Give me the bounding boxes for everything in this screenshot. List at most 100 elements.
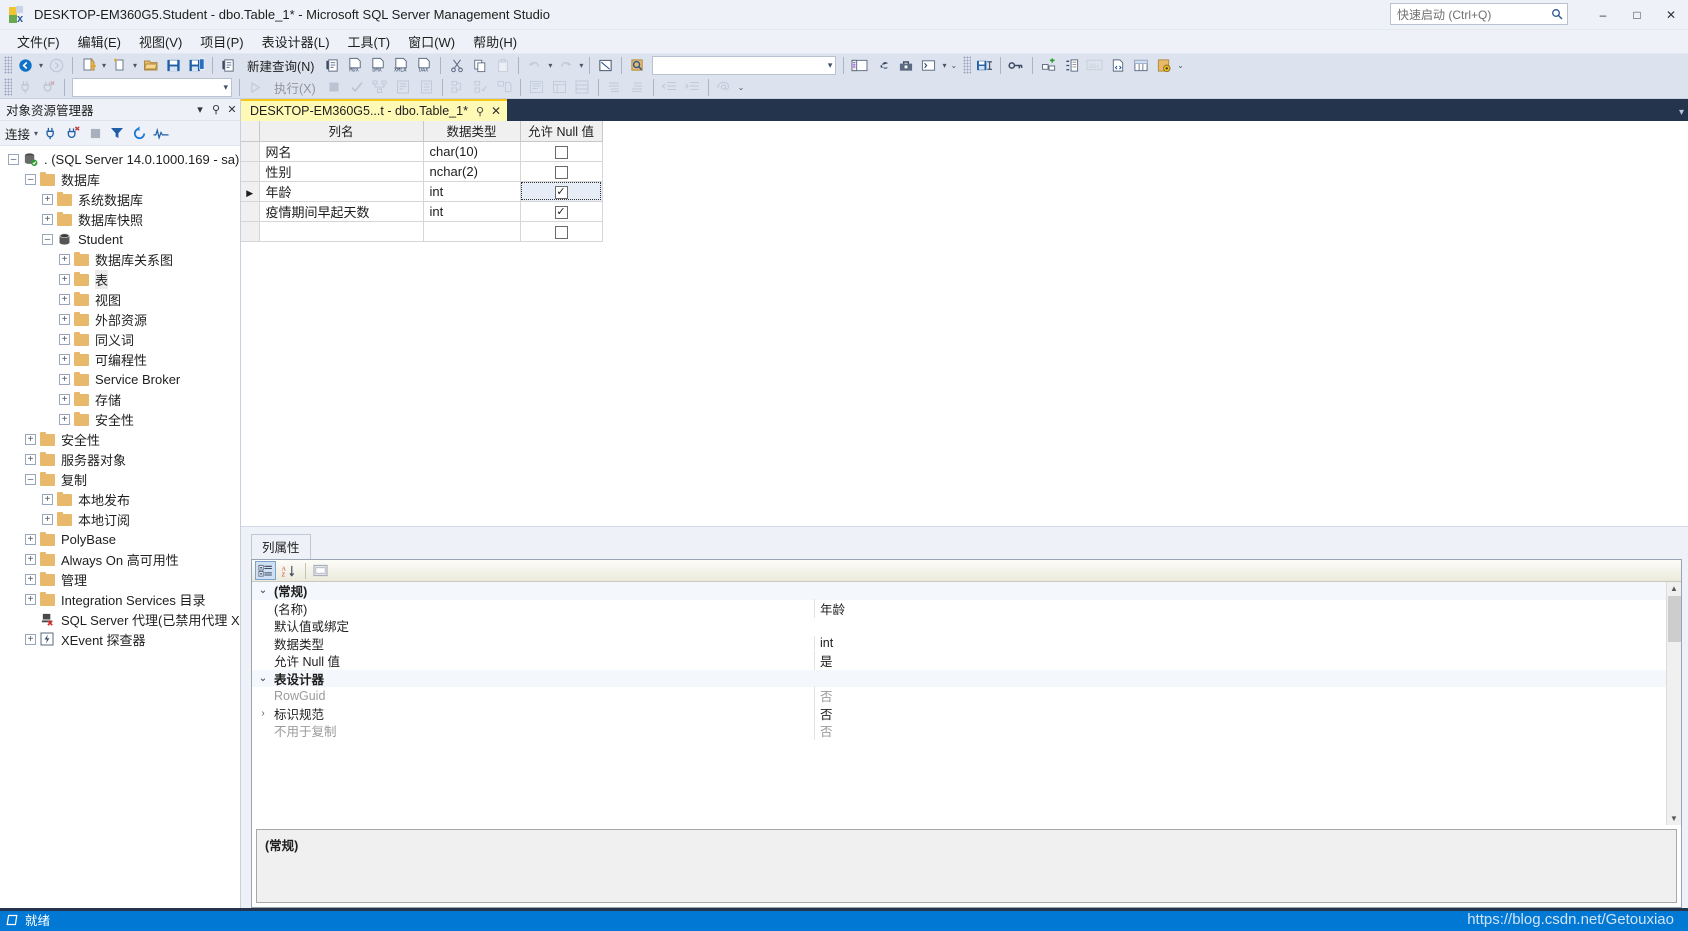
manage-indexes-icon[interactable]	[1061, 55, 1082, 75]
tree-node[interactable]: – . (SQL Server 14.0.1000.169 - sa)	[0, 149, 240, 169]
cell-allow-null[interactable]	[519, 220, 603, 242]
row-selector-cell[interactable]: ▶	[241, 180, 260, 202]
cell-data-type[interactable]: int	[422, 200, 521, 222]
scroll-up-icon[interactable]: ▲	[1670, 582, 1678, 595]
chevron-down-icon[interactable]: ⌄	[252, 585, 274, 596]
navigate-back-dropdown-icon[interactable]: ▾	[39, 61, 43, 70]
property-row[interactable]: 默认值或绑定	[252, 617, 1681, 635]
object-explorer-icon[interactable]	[849, 55, 870, 75]
new-xmla-query-icon[interactable]: XMLA	[391, 55, 412, 75]
stop-icon[interactable]	[324, 77, 345, 97]
new-query-button[interactable]: 新建查询(N)	[241, 55, 320, 75]
table-row[interactable]: 性别 nchar(2)	[241, 160, 603, 182]
tree-node[interactable]: + Service Broker	[0, 369, 240, 389]
manage-check-constraints-icon[interactable]	[1130, 55, 1151, 75]
maximize-button[interactable]: □	[1620, 0, 1654, 30]
expand-icon[interactable]: +	[42, 193, 53, 205]
close-icon[interactable]: ✕	[491, 104, 501, 118]
expand-icon[interactable]: +	[25, 553, 36, 565]
comment-selection-icon[interactable]	[595, 55, 616, 75]
tab-overflow-icon[interactable]: ▾	[1679, 107, 1684, 118]
property-row[interactable]: 数据类型 int	[252, 635, 1681, 653]
expand-icon[interactable]: +	[59, 293, 70, 305]
properties-window-icon[interactable]	[872, 55, 893, 75]
expand-icon[interactable]: +	[42, 513, 53, 525]
property-row[interactable]: (名称) 年龄	[252, 598, 1681, 618]
allow-null-checkbox[interactable]: ✓	[554, 205, 568, 219]
include-actual-execution-plan-icon[interactable]	[416, 77, 437, 97]
tree-node[interactable]: + 安全性	[0, 429, 240, 449]
cell-column-name[interactable]: 年龄	[258, 180, 424, 202]
navigate-back-icon[interactable]	[15, 55, 36, 75]
property-value[interactable]: 是	[814, 651, 1681, 671]
cell-allow-null[interactable]	[519, 140, 603, 162]
tree-node[interactable]: + 视图	[0, 289, 240, 309]
property-pages-icon[interactable]	[310, 561, 331, 580]
minimize-button[interactable]: –	[1586, 0, 1620, 30]
collapse-icon[interactable]: –	[42, 233, 53, 245]
insert-snippet-icon[interactable]	[526, 77, 547, 97]
allow-null-checkbox[interactable]	[554, 145, 568, 159]
tree-node[interactable]: + 存储	[0, 389, 240, 409]
cell-column-name[interactable]: 疫情期间早起天数	[258, 200, 424, 222]
property-row[interactable]: 允许 Null 值 是	[252, 651, 1681, 671]
expand-icon[interactable]: +	[25, 453, 36, 465]
activity-monitor-icon[interactable]	[151, 123, 171, 143]
results-to-file-icon[interactable]	[494, 77, 515, 97]
toolbox-icon[interactable]	[895, 55, 916, 75]
tree-node[interactable]: + 可编程性	[0, 349, 240, 369]
document-tab-table1[interactable]: DESKTOP-EM360G5...t - dbo.Table_1* ⚲ ✕	[241, 99, 508, 121]
menu-item-file[interactable]: 文件(F)	[8, 29, 69, 54]
tree-node[interactable]: – 复制	[0, 469, 240, 489]
tree-node[interactable]: + 系统数据库	[0, 189, 240, 209]
chevron-right-icon[interactable]: ›	[252, 708, 274, 719]
expand-icon[interactable]: +	[59, 273, 70, 285]
connect-icon[interactable]	[15, 77, 36, 97]
redo-dropdown-icon[interactable]: ▾	[579, 61, 583, 70]
parse-check-icon[interactable]	[347, 77, 368, 97]
toolbar-grip[interactable]	[4, 78, 12, 96]
save-icon[interactable]	[163, 55, 184, 75]
expand-icon[interactable]: +	[59, 413, 70, 425]
quick-launch-input[interactable]: 快速启动 (Ctrl+Q)	[1390, 3, 1568, 25]
tree-node[interactable]: + XEvent 探查器	[0, 629, 240, 649]
row-selector-cell[interactable]	[241, 200, 260, 222]
object-explorer-tree[interactable]: –. (SQL Server 14.0.1000.169 - sa) – 数据库 + 系…	[0, 146, 240, 908]
cut-icon[interactable]	[446, 55, 467, 75]
paste-icon[interactable]	[492, 55, 513, 75]
chevron-down-icon[interactable]: ⌄	[252, 673, 274, 684]
cell-data-type[interactable]: nchar(2)	[422, 160, 521, 182]
new-project-icon[interactable]	[78, 55, 99, 75]
new-project-dropdown-icon[interactable]: ▾	[102, 61, 106, 70]
tree-node[interactable]: + 管理	[0, 569, 240, 589]
horizontal-splitter[interactable]	[241, 526, 1688, 538]
column-header-name[interactable]: 列名	[258, 121, 424, 142]
save-table-designer-icon[interactable]	[974, 55, 995, 75]
menu-item-project[interactable]: 项目(P)	[191, 29, 252, 54]
row-selector-cell[interactable]	[241, 220, 260, 242]
disconnect-icon[interactable]	[38, 77, 59, 97]
tree-node[interactable]: – Student	[0, 229, 240, 249]
manage-xml-indexes-icon[interactable]	[1107, 55, 1128, 75]
alphabetical-sort-icon[interactable]: AZ	[278, 561, 299, 580]
tree-node[interactable]: + 数据库关系图	[0, 249, 240, 269]
cell-data-type[interactable]	[422, 220, 521, 242]
tree-node[interactable]: + 表	[0, 269, 240, 289]
toolbar-grip[interactable]	[963, 56, 972, 74]
refresh-icon[interactable]	[129, 123, 149, 143]
manage-partitions-icon[interactable]	[1153, 55, 1174, 75]
increase-indent-icon[interactable]	[682, 77, 703, 97]
tree-node[interactable]: + Always On 高可用性	[0, 549, 240, 569]
execute-button[interactable]: 执行(X)	[268, 77, 322, 97]
expand-icon[interactable]: +	[42, 493, 53, 505]
connect-object-explorer-icon[interactable]	[41, 123, 61, 143]
new-item-dropdown-icon[interactable]: ▾	[133, 61, 137, 70]
open-file-icon[interactable]	[140, 55, 161, 75]
undo-icon[interactable]	[524, 55, 545, 75]
toolbar-overflow-icon[interactable]: ⌄	[738, 83, 745, 92]
tree-node[interactable]: + PolyBase	[0, 529, 240, 549]
property-category-row[interactable]: ⌄ 表设计器	[252, 669, 1681, 687]
property-row[interactable]: › 标识规范 否	[252, 703, 1681, 723]
search-icon[interactable]	[1551, 8, 1563, 20]
insert-template-parameter-icon[interactable]	[714, 77, 735, 97]
